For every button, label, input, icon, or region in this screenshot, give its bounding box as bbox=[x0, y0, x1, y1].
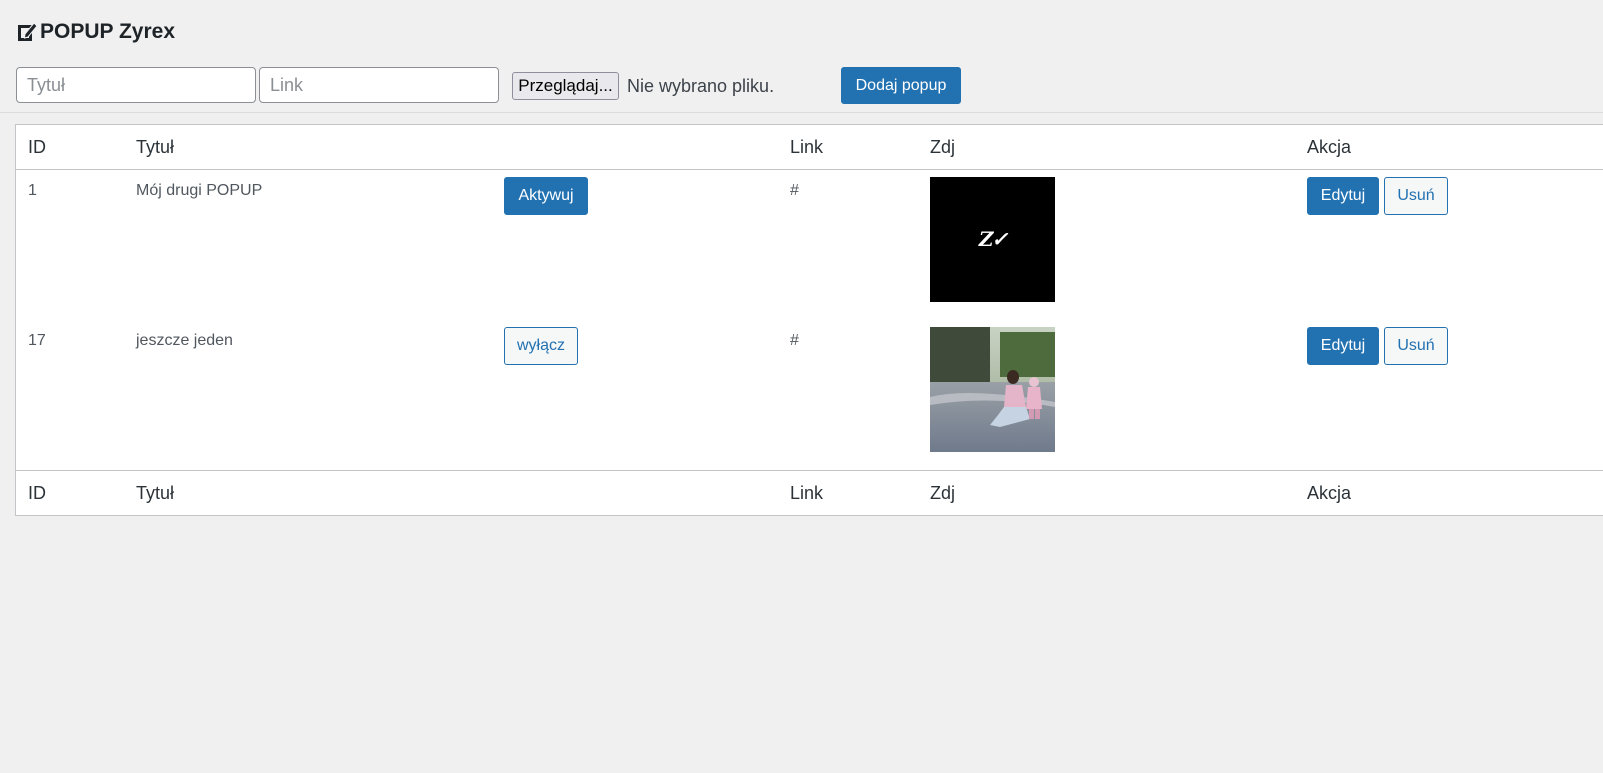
popup-image-thumbnail bbox=[930, 327, 1055, 452]
column-header-image: Zdj bbox=[930, 137, 956, 157]
popup-image-thumbnail: Z✓ bbox=[930, 177, 1055, 302]
activate-button[interactable]: Aktywuj bbox=[504, 177, 588, 215]
title-input[interactable] bbox=[16, 67, 256, 103]
footer-header-action: Akcja bbox=[1307, 483, 1352, 503]
table-footer: ID Tytuł Link Zdj Akcja bbox=[16, 470, 1603, 515]
edit-button[interactable]: Edytuj bbox=[1307, 177, 1379, 215]
page-title: POPUP Zyrex bbox=[16, 20, 175, 44]
column-header-action: Akcja bbox=[1307, 137, 1352, 157]
column-header-link: Link bbox=[790, 137, 824, 157]
link-input[interactable] bbox=[259, 67, 499, 103]
column-header-id: ID bbox=[28, 137, 46, 157]
row-title: Mój drugi POPUP bbox=[136, 182, 263, 199]
row-id: 1 bbox=[28, 182, 37, 199]
footer-header-id: ID bbox=[28, 483, 46, 503]
photo-mother-child bbox=[930, 327, 1055, 452]
add-popup-button[interactable]: Dodaj popup bbox=[841, 67, 961, 104]
table-header: ID Tytuł Link Zdj Akcja bbox=[16, 125, 1603, 170]
row-link: # bbox=[790, 332, 799, 349]
footer-header-image: Zdj bbox=[930, 483, 956, 503]
delete-button[interactable]: Usuń bbox=[1384, 177, 1448, 215]
edit-button[interactable]: Edytuj bbox=[1307, 327, 1379, 365]
page-title-text: POPUP Zyrex bbox=[40, 20, 176, 43]
zyrex-logo: Z✓ bbox=[978, 227, 1008, 251]
row-link: # bbox=[790, 182, 799, 199]
popups-table: ID Tytuł Link Zdj Akcja 1 Mój drugi POPU… bbox=[15, 124, 1603, 516]
browse-file-button[interactable]: Przeglądaj... bbox=[512, 72, 619, 100]
delete-button[interactable]: Usuń bbox=[1384, 327, 1448, 365]
footer-header-title: Tytuł bbox=[136, 483, 175, 503]
column-header-title: Tytuł bbox=[136, 137, 175, 157]
no-file-label: Nie wybrano pliku. bbox=[627, 76, 775, 96]
footer-header-link: Link bbox=[790, 483, 824, 503]
edit-page-icon bbox=[16, 21, 38, 43]
row-id: 17 bbox=[28, 332, 46, 349]
row-title: jeszcze jeden bbox=[136, 332, 233, 349]
divider bbox=[0, 112, 1603, 113]
deactivate-button[interactable]: wyłącz bbox=[504, 327, 578, 365]
